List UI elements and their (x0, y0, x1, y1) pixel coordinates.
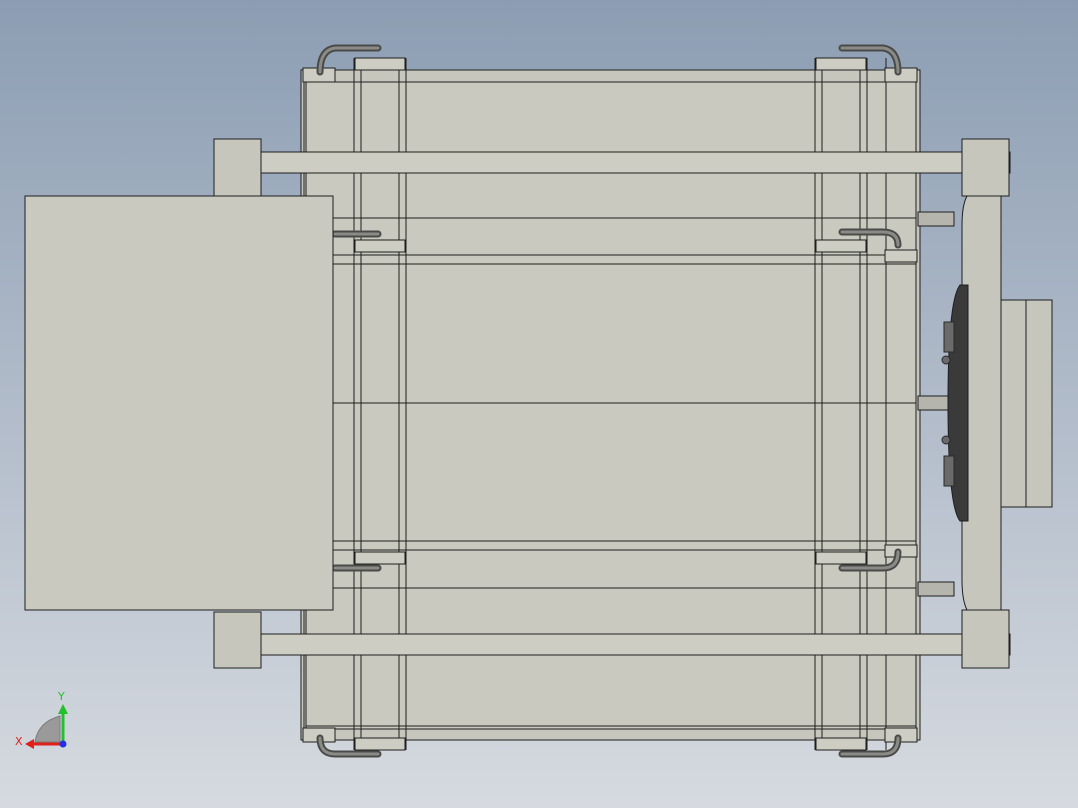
cad-graphics-viewport[interactable]: X Y (0, 0, 1078, 808)
corner-block-bottom-right (961, 609, 1010, 669)
triad-y-label: Y (57, 690, 65, 703)
bottom-tie-rail (213, 633, 1011, 656)
corner-block-top-right (961, 138, 1010, 197)
triad-x-label: X (15, 735, 23, 748)
main-frame-inner-panel (305, 81, 917, 730)
triad-z-axis (59, 740, 67, 748)
corner-block-top-left (213, 138, 262, 197)
corner-block-bottom-left (213, 611, 262, 669)
top-tie-rail (213, 151, 1011, 174)
side-cover-box (24, 195, 334, 611)
